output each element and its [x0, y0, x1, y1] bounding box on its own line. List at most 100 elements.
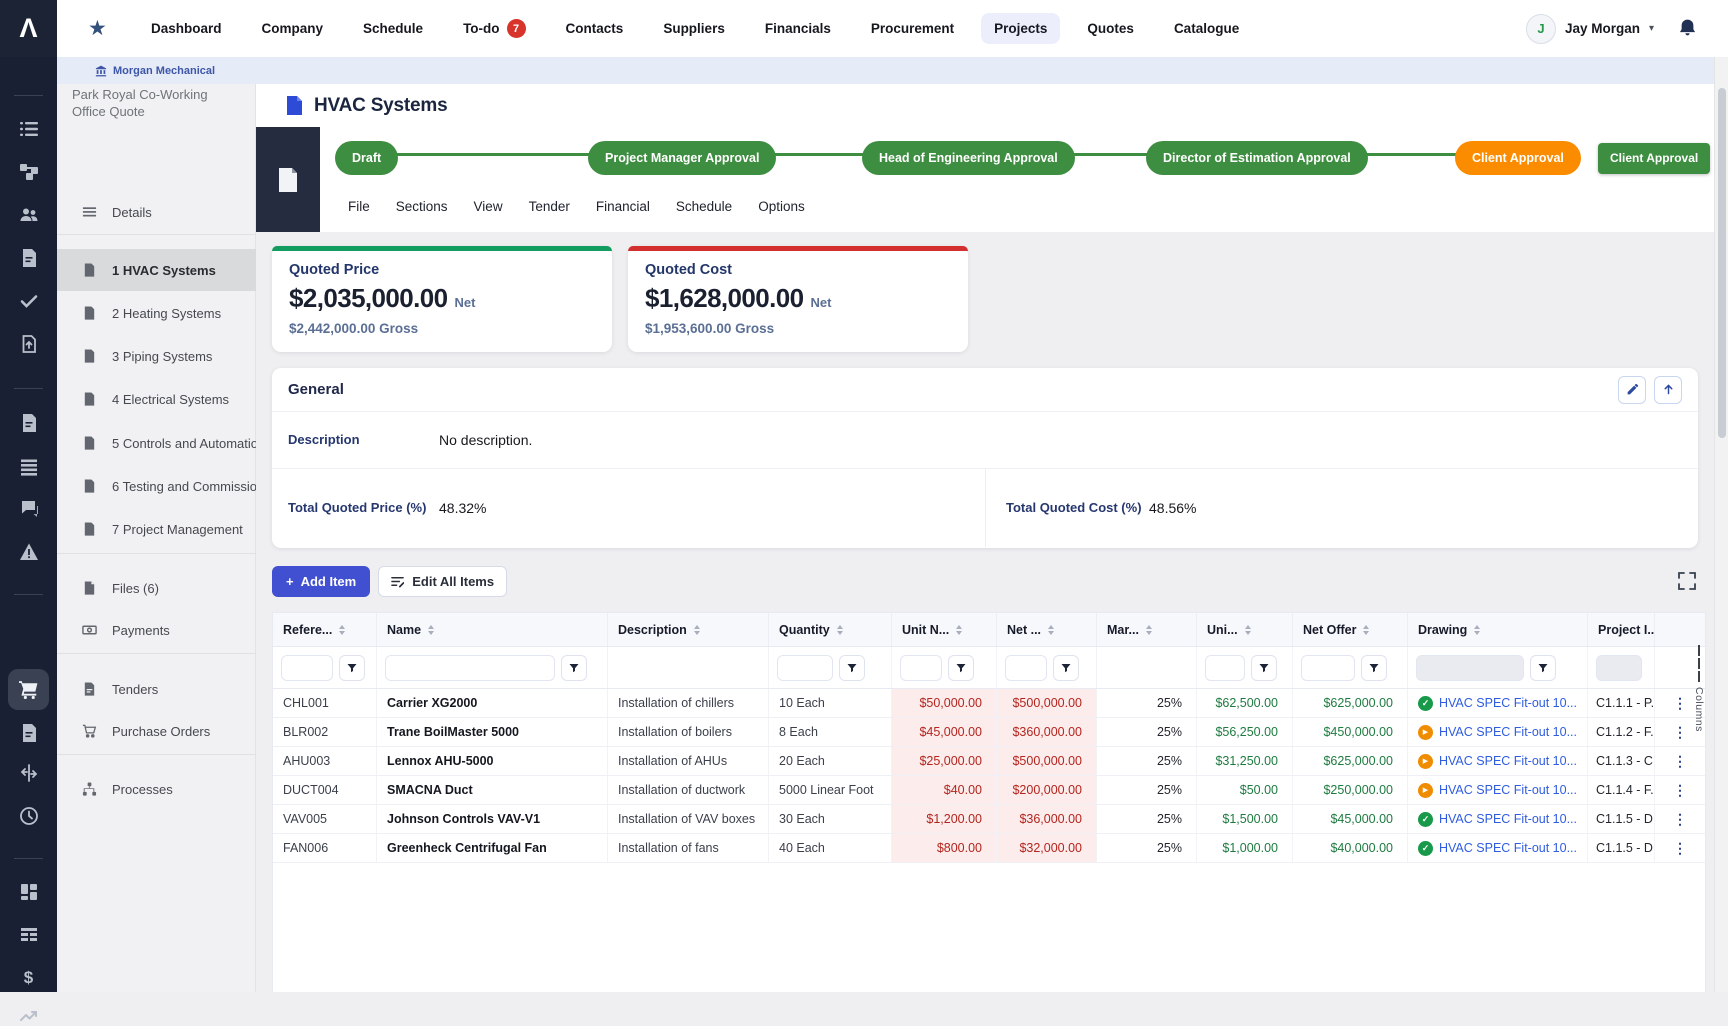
client-approval-button[interactable]: Client Approval [1598, 143, 1710, 174]
favorite-star-icon[interactable]: ★ [88, 0, 107, 57]
columns-panel-toggle[interactable]: Columns [1689, 645, 1709, 732]
company-breadcrumb[interactable]: Morgan Mechanical [57, 57, 256, 84]
add-item-button[interactable]: +Add Item [272, 566, 370, 597]
menu-view[interactable]: View [474, 199, 503, 214]
sidebar-section-1[interactable]: 1 HVAC Systems [57, 249, 256, 291]
menu-tender[interactable]: Tender [529, 199, 570, 214]
filter-icon[interactable] [1361, 655, 1387, 681]
hierarchy-icon[interactable] [18, 161, 39, 182]
nav-suppliers[interactable]: Suppliers [650, 13, 738, 44]
sidebar-section-6[interactable]: 6 Testing and Commissioning [57, 465, 256, 507]
sidebar-section-7[interactable]: 7 Project Management [57, 508, 256, 550]
table-row[interactable]: VAV005 Johnson Controls VAV-V1 Installat… [273, 805, 1705, 834]
sidebar-section-2[interactable]: 2 Heating Systems [57, 292, 256, 334]
net-filter-input[interactable] [1005, 655, 1047, 681]
warning-icon[interactable] [18, 541, 39, 562]
drawing-link[interactable]: HVAC SPEC Fit-out 10... [1439, 812, 1577, 826]
sidebar-item-details[interactable]: Details [57, 191, 256, 233]
nav-contacts[interactable]: Contacts [553, 13, 637, 44]
sidebar-section-4[interactable]: 4 Electrical Systems [57, 378, 256, 420]
nav-todo[interactable]: To-do7 [450, 11, 538, 46]
chat-icon[interactable] [18, 498, 39, 519]
check-icon[interactable] [18, 290, 39, 311]
sidebar-item-files[interactable]: Files (6) [57, 567, 256, 609]
menu-sections[interactable]: Sections [396, 199, 448, 214]
column-header-reference[interactable]: Refere... [273, 613, 377, 646]
menu-file[interactable]: File [348, 199, 370, 214]
cart-icon[interactable] [8, 669, 49, 710]
column-header-quantity[interactable]: Quantity [769, 613, 892, 646]
nav-financials[interactable]: Financials [752, 13, 844, 44]
nav-procurement[interactable]: Procurement [858, 13, 967, 44]
drawing-link[interactable]: HVAC SPEC Fit-out 10... [1439, 725, 1577, 739]
edit-general-button[interactable] [1618, 376, 1646, 404]
filter-icon[interactable] [948, 655, 974, 681]
drawing-link[interactable]: HVAC SPEC Fit-out 10... [1439, 841, 1577, 855]
reference-filter-input[interactable] [281, 655, 333, 681]
unit-net-filter-input[interactable] [900, 655, 942, 681]
section-tab[interactable] [256, 127, 320, 232]
column-header-net[interactable]: Net ... [997, 613, 1097, 646]
document-icon[interactable] [18, 412, 39, 433]
column-header-margin[interactable]: Mar... [1097, 613, 1197, 646]
nav-catalogue[interactable]: Catalogue [1161, 13, 1252, 44]
sidebar-item-payments[interactable]: Payments [57, 609, 256, 651]
document-icon[interactable] [18, 247, 39, 268]
quantity-filter-input[interactable] [777, 655, 833, 681]
menu-schedule[interactable]: Schedule [676, 199, 732, 214]
table-icon[interactable] [18, 924, 39, 945]
sidebar-section-5[interactable]: 5 Controls and Automation [57, 422, 256, 464]
column-header-unit-offer[interactable]: Uni... [1197, 613, 1293, 646]
row-menu-button[interactable]: ⋮ [1655, 805, 1705, 833]
edit-all-items-button[interactable]: Edit All Items [378, 566, 507, 597]
list-icon[interactable] [18, 118, 39, 139]
collapse-general-button[interactable] [1654, 376, 1682, 404]
trend-icon[interactable] [18, 1005, 39, 1026]
rows-icon[interactable] [18, 456, 39, 477]
clock-icon[interactable] [18, 805, 39, 826]
nav-company[interactable]: Company [249, 13, 337, 44]
split-arrows-icon[interactable] [18, 762, 39, 783]
menu-options[interactable]: Options [758, 199, 805, 214]
sidebar-item-purchase-orders[interactable]: Purchase Orders [57, 710, 256, 752]
filter-icon[interactable] [1530, 655, 1556, 681]
sidebar-item-processes[interactable]: Processes [57, 768, 256, 810]
scrollbar-thumb[interactable] [1718, 88, 1726, 438]
drawing-link[interactable]: HVAC SPEC Fit-out 10... [1439, 754, 1577, 768]
drawing-link[interactable]: HVAC SPEC Fit-out 10... [1439, 783, 1577, 797]
table-row[interactable]: DUCT004 SMACNA Duct Installation of duct… [273, 776, 1705, 805]
user-menu[interactable]: J Jay Morgan ▾ [1526, 0, 1654, 57]
filter-icon[interactable] [339, 655, 365, 681]
filter-icon[interactable] [561, 655, 587, 681]
net-offer-filter-input[interactable] [1301, 655, 1355, 681]
dollar-icon[interactable]: $ [18, 967, 39, 988]
users-icon[interactable] [18, 204, 39, 225]
column-header-name[interactable]: Name [377, 613, 608, 646]
drawing-link[interactable]: HVAC SPEC Fit-out 10... [1439, 696, 1577, 710]
unit-offer-filter-input[interactable] [1205, 655, 1245, 681]
nav-projects[interactable]: Projects [981, 13, 1060, 44]
filter-icon[interactable] [1053, 655, 1079, 681]
column-header-drawing[interactable]: Drawing [1408, 613, 1588, 646]
table-row[interactable]: AHU003 Lennox AHU-5000 Installation of A… [273, 747, 1705, 776]
fullscreen-icon[interactable] [1676, 570, 1698, 592]
column-header-net-offer[interactable]: Net Offer [1293, 613, 1408, 646]
document-icon[interactable] [18, 722, 39, 743]
nav-quotes[interactable]: Quotes [1074, 13, 1147, 44]
table-row[interactable]: CHL001 Carrier XG2000 Installation of ch… [273, 689, 1705, 718]
file-upload-icon[interactable] [18, 333, 39, 354]
notifications-bell-icon[interactable] [1677, 18, 1698, 39]
nav-schedule[interactable]: Schedule [350, 13, 436, 44]
sidebar-section-3[interactable]: 3 Piping Systems [57, 335, 256, 377]
table-row[interactable]: FAN006 Greenheck Centrifugal Fan Install… [273, 834, 1705, 863]
row-menu-button[interactable]: ⋮ [1655, 834, 1705, 862]
name-filter-input[interactable] [385, 655, 555, 681]
menu-financial[interactable]: Financial [596, 199, 650, 214]
row-menu-button[interactable]: ⋮ [1655, 776, 1705, 804]
column-header-project[interactable]: Project I... [1588, 613, 1655, 646]
table-row[interactable]: BLR002 Trane BoilMaster 5000 Installatio… [273, 718, 1705, 747]
row-menu-button[interactable]: ⋮ [1655, 747, 1705, 775]
filter-icon[interactable] [1251, 655, 1277, 681]
sidebar-item-tenders[interactable]: Tenders [57, 668, 256, 710]
column-header-description[interactable]: Description [608, 613, 769, 646]
